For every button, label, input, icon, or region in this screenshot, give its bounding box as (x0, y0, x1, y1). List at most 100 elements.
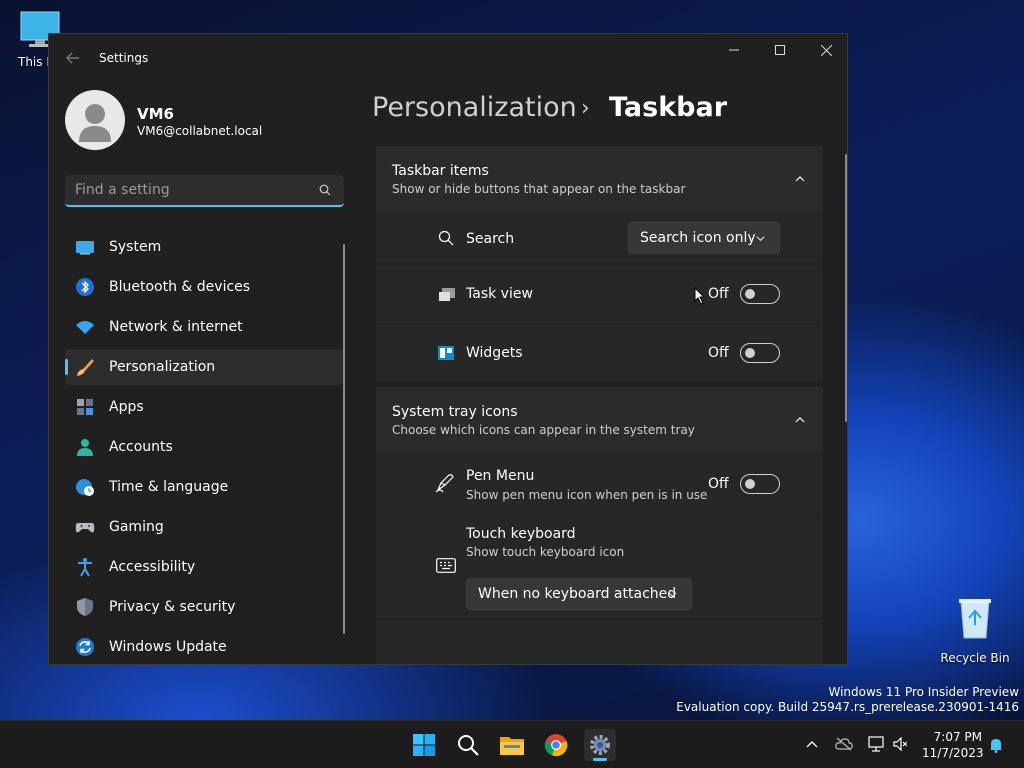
toggle-knob (745, 348, 755, 358)
sidebar-scrollbar[interactable] (343, 244, 345, 634)
chevron-down-icon (668, 592, 677, 598)
minimize-button[interactable] (711, 34, 757, 66)
sidebar-item-windows-update[interactable]: Windows Update (65, 629, 344, 664)
chrome-icon (544, 734, 568, 757)
touch-keyboard-row: Touch keyboard Show touch keyboard icon … (376, 514, 823, 618)
bluetooth-icon (76, 278, 94, 296)
chevron-up-icon[interactable] (795, 415, 805, 425)
touch-keyboard-description: Show touch keyboard icon (466, 545, 625, 559)
sidebar-item-label: Windows Update (109, 639, 227, 655)
clock-date: 11/7/2023 (922, 746, 984, 760)
sidebar-item-network[interactable]: Network & internet (65, 309, 344, 345)
close-button[interactable] (803, 34, 847, 66)
content-scrollbar[interactable] (845, 154, 847, 422)
volume-muted-icon[interactable] (893, 737, 909, 751)
gear-icon (590, 735, 610, 755)
touch-keyboard-dropdown[interactable]: When no keyboard attached (466, 578, 692, 610)
task-view-row: Task view Off (376, 265, 823, 323)
back-arrow-icon[interactable] (65, 50, 81, 66)
chevron-up-icon[interactable] (806, 739, 818, 749)
accessibility-icon (78, 558, 92, 577)
account-name: VM6 (137, 105, 174, 123)
search-icon (438, 230, 454, 246)
task-view-icon (439, 288, 455, 301)
update-icon (76, 638, 94, 656)
taskbar-items-header[interactable]: Taskbar items Show or hide buttons that … (376, 146, 823, 212)
sidebar-item-label: Apps (109, 399, 144, 415)
notification-bell-icon[interactable] (989, 737, 1003, 753)
pen-menu-label: Pen Menu (466, 468, 535, 484)
windows-logo-icon (413, 734, 435, 756)
sidebar-item-label: Personalization (109, 359, 216, 375)
wifi-icon (76, 321, 94, 334)
sidebar-item-label: Privacy & security (109, 599, 236, 615)
sidebar-item-gaming[interactable]: Gaming (65, 509, 344, 545)
widgets-toggle[interactable] (740, 343, 780, 363)
task-view-label: Task view (466, 286, 533, 302)
sidebar-item-label: Time & language (109, 479, 229, 495)
find-setting-box[interactable] (65, 175, 344, 207)
title-bar[interactable]: Settings (49, 34, 847, 82)
shield-icon (77, 598, 93, 616)
apps-icon (77, 399, 93, 415)
brush-icon (77, 359, 94, 376)
system-tray-icons-header[interactable]: System tray icons Choose which icons can… (376, 387, 823, 453)
task-view-state: Off (708, 286, 729, 302)
sidebar-item-time-language[interactable]: Time & language (65, 469, 344, 505)
section-title: Taskbar items (392, 163, 489, 179)
widgets-label: Widgets (466, 345, 523, 361)
avatar[interactable] (65, 90, 125, 150)
file-explorer-button[interactable] (496, 729, 528, 761)
sidebar-item-accessibility[interactable]: Accessibility (65, 549, 344, 585)
onedrive-icon[interactable] (835, 737, 853, 751)
task-view-toggle[interactable] (740, 284, 780, 304)
sidebar-item-label: Accessibility (109, 559, 196, 575)
settings-window: Settings VM6 VM6@collabnet.local System … (48, 33, 848, 665)
search-input[interactable] (75, 180, 305, 200)
section-subtitle: Show or hide buttons that appear on the … (392, 182, 686, 196)
keyboard-icon (436, 558, 456, 573)
start-button[interactable] (408, 729, 440, 761)
widgets-icon (438, 346, 454, 360)
widgets-state: Off (708, 345, 729, 361)
account-email: VM6@collabnet.local (137, 124, 263, 138)
clock[interactable]: 7:07 PM 11/7/2023 (922, 729, 984, 761)
sidebar-item-bluetooth[interactable]: Bluetooth & devices (65, 269, 344, 305)
sidebar-item-privacy[interactable]: Privacy & security (65, 589, 344, 625)
sidebar-item-apps[interactable]: Apps (65, 389, 344, 425)
recycle-bin-label: Recycle Bin (940, 651, 1010, 665)
sidebar-item-accounts[interactable]: Accounts (65, 429, 344, 465)
search-icon (458, 735, 479, 756)
active-indicator (65, 359, 68, 375)
settings-taskbar-button[interactable] (584, 729, 616, 761)
section-title: System tray icons (392, 404, 518, 420)
breadcrumb-parent[interactable]: Personalization (372, 92, 577, 123)
watermark: Windows 11 Pro Insider Preview Evaluatio… (676, 685, 1019, 715)
clock-time: 7:07 PM (933, 730, 982, 744)
sidebar-item-label: Gaming (109, 519, 164, 535)
search-setting-label: Search (466, 231, 515, 247)
pen-menu-state: Off (708, 476, 729, 492)
person-icon (79, 104, 111, 142)
recycle-bin-desktop-icon[interactable]: Recycle Bin (940, 596, 1010, 665)
chrome-button[interactable] (540, 729, 572, 761)
maximize-button[interactable] (757, 34, 803, 66)
sidebar-item-system[interactable]: System (65, 229, 344, 265)
chevron-up-icon[interactable] (795, 174, 805, 184)
taskbar: 7:07 PM 11/7/2023 (0, 720, 1024, 768)
minimize-icon (729, 49, 739, 51)
network-icon[interactable] (868, 736, 886, 752)
search-icon (319, 184, 331, 196)
sidebar-item-label: System (109, 239, 162, 255)
dropdown-value: Search icon only (640, 230, 756, 246)
taskbar-search-button[interactable] (452, 729, 484, 761)
sidebar-item-personalization[interactable]: Personalization (65, 349, 344, 385)
dropdown-value: When no keyboard attached (478, 586, 677, 602)
touch-keyboard-label: Touch keyboard (466, 526, 576, 542)
sidebar-item-label: Bluetooth & devices (109, 279, 251, 295)
search-mode-dropdown[interactable]: Search icon only (628, 222, 780, 254)
pen-menu-toggle[interactable] (740, 474, 780, 494)
window-title: Settings (99, 51, 149, 65)
close-icon (820, 44, 832, 56)
watermark-edition: Windows 11 Pro Insider Preview (828, 685, 1019, 699)
